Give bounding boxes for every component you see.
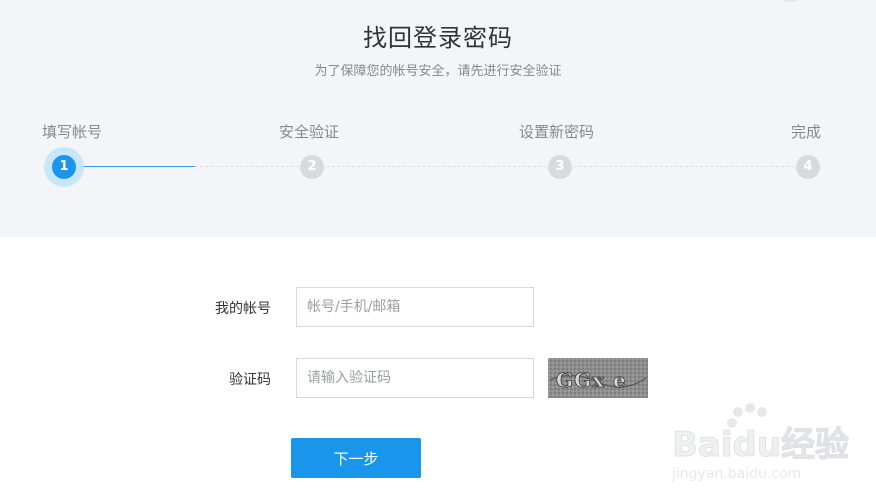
watermark-url: jingyan.baidu.com xyxy=(671,466,801,482)
step-dot-4: 4 xyxy=(796,155,820,179)
step-label-set-password: 设置新密码 xyxy=(519,123,595,141)
progress-line-active xyxy=(78,166,195,167)
watermark-brand: Baidu经验 xyxy=(672,425,849,465)
step-label-complete: 完成 xyxy=(791,123,822,141)
page-title: 找回登录密码 xyxy=(363,24,513,52)
avatar[interactable] xyxy=(770,0,810,2)
next-step-button[interactable]: 下一步 xyxy=(291,438,421,478)
captcha-input[interactable] xyxy=(296,358,534,398)
progress-line-pending xyxy=(574,166,794,167)
baidu-jingyan-watermark: Baidu经验 jingyan.baidu.com xyxy=(670,400,870,490)
step-label-security-verify: 安全验证 xyxy=(279,123,340,141)
step-dot-3: 3 xyxy=(548,155,572,179)
captcha-image[interactable]: GGx e xyxy=(548,358,648,398)
step-label-fill-account: 填写帐号 xyxy=(42,123,103,141)
svg-text:GGx e: GGx e xyxy=(556,368,627,392)
progress-line-pending xyxy=(327,166,546,167)
page-subtitle: 为了保障您的帐号安全，请先进行安全验证 xyxy=(314,64,562,79)
step-dot-2: 2 xyxy=(300,155,324,179)
captcha-label: 验证码 xyxy=(229,372,271,388)
account-input[interactable] xyxy=(296,287,534,327)
step-dot-1: 1 xyxy=(52,155,76,179)
progress-line-pending xyxy=(195,166,299,167)
account-label: 我的帐号 xyxy=(215,301,271,317)
